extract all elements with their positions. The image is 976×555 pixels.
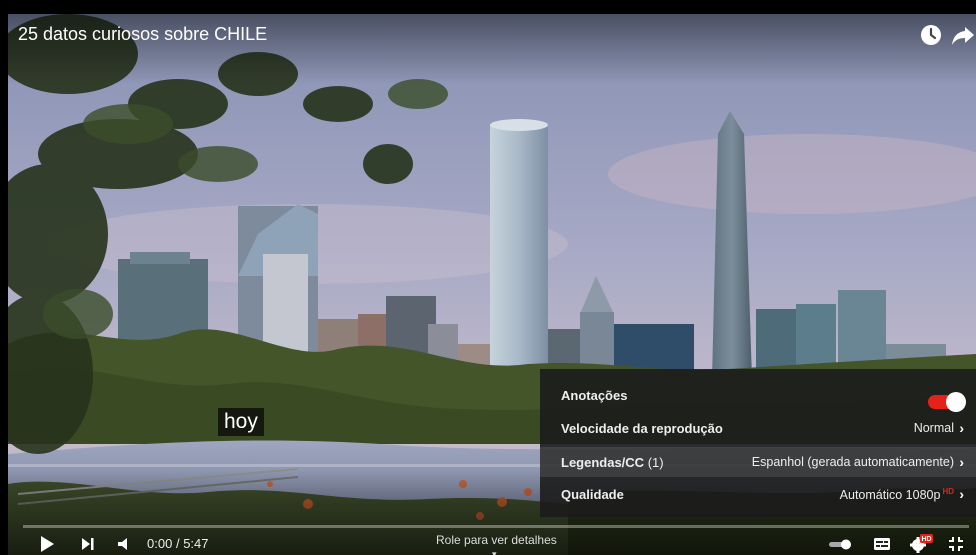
settings-button[interactable]: HD bbox=[908, 534, 934, 554]
next-button[interactable] bbox=[80, 534, 96, 554]
settings-item-speed[interactable]: Velocidade da reprodução Normal › bbox=[540, 413, 976, 443]
quality-label: Qualidade bbox=[561, 487, 624, 502]
chevron-right-icon: › bbox=[959, 486, 964, 502]
settings-menu: Anotações Velocidade da reprodução Norma… bbox=[540, 369, 976, 517]
annotations-label: Anotações bbox=[561, 388, 628, 403]
video-title[interactable]: 25 datos curiosos sobre CHILE bbox=[18, 24, 267, 45]
captions-label-text: Legendas/CC bbox=[561, 455, 645, 470]
chevron-down-icon: ▾ bbox=[492, 549, 497, 555]
scroll-hint[interactable]: Role para ver detalhes bbox=[436, 533, 557, 547]
play-icon bbox=[41, 536, 54, 552]
volume-button[interactable] bbox=[116, 534, 134, 554]
play-button[interactable] bbox=[38, 534, 56, 554]
chevron-right-icon: › bbox=[959, 420, 964, 436]
time-separator: / bbox=[175, 536, 180, 551]
autoplay-toggle[interactable] bbox=[828, 534, 854, 554]
settings-gear-icon: HD bbox=[910, 534, 933, 553]
progress-bar[interactable] bbox=[23, 525, 969, 528]
captions-value: Espanhol (gerada automaticamente) bbox=[751, 455, 954, 469]
toggle-knob bbox=[946, 392, 966, 412]
settings-item-annotations[interactable]: Anotações bbox=[540, 380, 976, 412]
captions-count: (1) bbox=[647, 455, 664, 470]
speed-value: Normal bbox=[913, 421, 954, 435]
settings-item-captions[interactable]: Legendas/CC (1) Espanhol (gerada automat… bbox=[540, 447, 976, 477]
time-current: 0:00 bbox=[147, 536, 173, 551]
volume-icon bbox=[118, 538, 127, 550]
time-display: 0:00 / 5:47 bbox=[147, 536, 209, 551]
subtitles-button[interactable] bbox=[872, 534, 892, 554]
subtitle-caption: hoy bbox=[218, 408, 264, 436]
time-total: 5:47 bbox=[183, 536, 209, 551]
quality-value-wrap: Automático 1080p HD bbox=[840, 487, 954, 502]
watch-later-icon bbox=[921, 25, 941, 45]
share-button[interactable] bbox=[950, 22, 976, 48]
subtitles-icon bbox=[874, 538, 890, 550]
chevron-right-icon: › bbox=[959, 454, 964, 470]
autoplay-toggle-icon bbox=[829, 539, 851, 550]
control-bar: 0:00 / 5:47 Role para ver detalhes ▾ HD bbox=[0, 532, 976, 555]
video-player[interactable]: 25 datos curiosos sobre CHILE hoy Anotaç… bbox=[0, 0, 976, 555]
watch-later-button[interactable] bbox=[918, 22, 944, 48]
exit-fullscreen-icon bbox=[949, 537, 963, 551]
quality-value: Automático 1080p bbox=[839, 488, 941, 503]
exit-fullscreen-button[interactable] bbox=[946, 534, 966, 554]
annotations-toggle[interactable] bbox=[928, 392, 966, 412]
next-icon bbox=[82, 538, 94, 550]
settings-item-quality[interactable]: Qualidade Automático 1080p HD › bbox=[540, 479, 976, 509]
share-icon bbox=[952, 27, 974, 45]
hd-badge: HD bbox=[942, 487, 954, 496]
svg-text:HD: HD bbox=[921, 536, 931, 543]
speed-label: Velocidade da reprodução bbox=[561, 421, 723, 436]
captions-label: Legendas/CC (1) bbox=[561, 455, 664, 470]
